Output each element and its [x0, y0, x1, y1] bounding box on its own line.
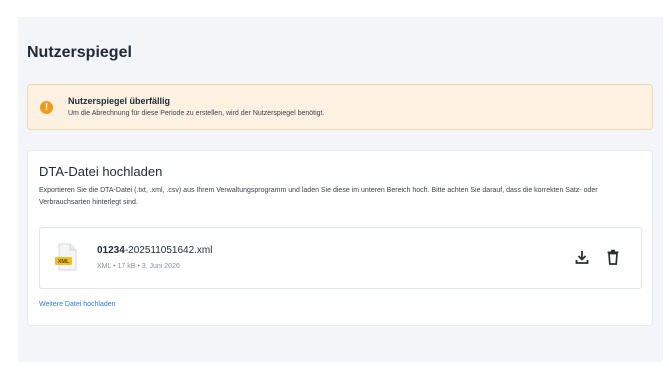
file-name-prefix: 01234 — [97, 245, 125, 256]
upload-card: DTA-Datei hochladen Exportieren Sie die … — [27, 150, 653, 326]
card-title: DTA-Datei hochladen — [39, 164, 163, 179]
uploaded-file-item: XML 01234-202511051642.xml XML • 17 kB •… — [39, 227, 642, 289]
file-type-badge: XML — [58, 259, 70, 265]
file-meta: XML • 17 kB • 3. Juni 2026 — [97, 263, 180, 270]
upload-another-file-link[interactable]: Weitere Datei hochladen — [39, 301, 116, 308]
download-icon[interactable] — [575, 249, 589, 265]
card-description: Exportieren Sie die DTA-Datei (.txt, .xm… — [39, 187, 598, 206]
trash-icon[interactable] — [607, 249, 619, 265]
overdue-alert: ! Nutzerspiegel überfällig Um die Abrech… — [27, 84, 653, 130]
file-name-rest: -202511051642.xml — [124, 245, 213, 256]
alert-title: Nutzerspiegel überfällig — [68, 96, 171, 106]
alert-message: Um die Abrechnung für diese Periode zu e… — [68, 110, 325, 117]
page-title: Nutzerspiegel — [27, 44, 132, 61]
xml-file-icon: XML — [55, 243, 77, 271]
warning-icon: ! — [40, 101, 53, 114]
file-name: 01234-202511051642.xml — [97, 245, 212, 256]
